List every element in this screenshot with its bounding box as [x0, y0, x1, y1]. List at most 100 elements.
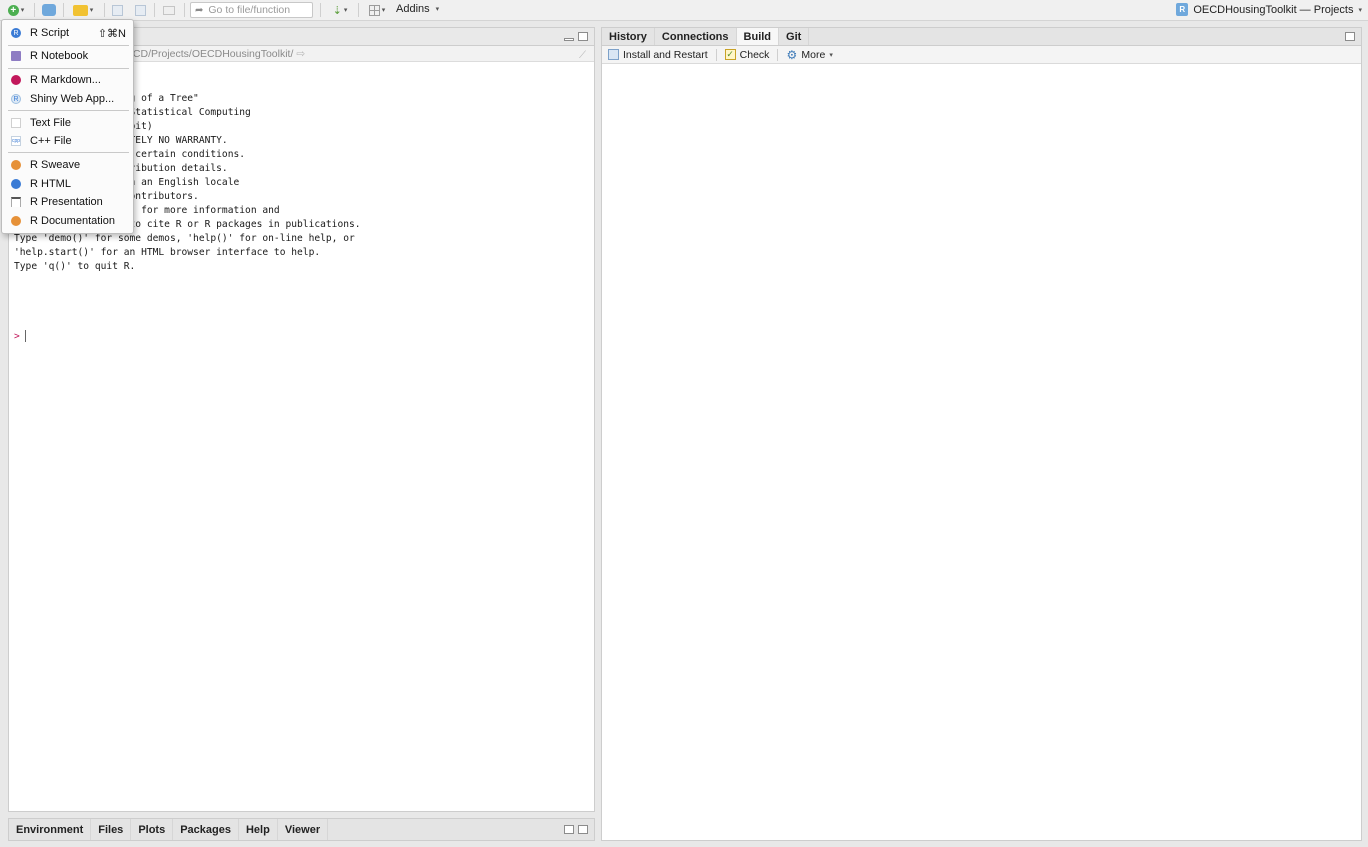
menu-item-r-presentation[interactable]: R Presentation [2, 193, 133, 211]
check-label: Check [739, 48, 770, 61]
chevron-down-icon: ▾ [435, 6, 440, 13]
minimize-icon[interactable] [564, 38, 574, 41]
new-project-button[interactable] [40, 2, 58, 18]
arrow-right-icon: ➦ [195, 4, 204, 16]
addins-menu[interactable]: Addins ▾ [396, 3, 439, 15]
menu-item-cpp-file[interactable]: cpp C++ File [2, 132, 133, 150]
tab-git[interactable]: Git [779, 28, 810, 45]
toolbar-divider [715, 48, 717, 61]
restore-icon[interactable] [1345, 32, 1355, 41]
workspace-panes-button[interactable]: ▾ [363, 2, 391, 18]
environment-window-controls [564, 825, 588, 834]
build-toolbar: Install and Restart ✓ Check ⚙ More ▾ [602, 46, 1361, 64]
tab-history[interactable]: History [602, 28, 655, 45]
r-markdown-icon [11, 75, 21, 85]
menu-item-r-script[interactable]: R R Script ⇧⌘N [2, 24, 133, 42]
build-pane: History Connections Build Git Install an… [601, 27, 1362, 841]
menu-item-shiny-web-app[interactable]: R Shiny Web App... [2, 90, 133, 108]
menu-item-r-html[interactable]: R HTML [2, 175, 133, 193]
toolbar-divider [104, 3, 105, 17]
more-menu-button[interactable]: ⚙ More ▾ [786, 47, 833, 62]
console-input[interactable]: > [14, 330, 26, 342]
menu-item-label: R Sweave [30, 159, 81, 171]
maximize-icon[interactable] [578, 32, 588, 41]
checklist-icon: ✓ [724, 49, 736, 60]
chevron-down-icon: ▾ [343, 7, 348, 14]
chevron-down-icon: ▾ [829, 51, 833, 59]
tab-packages[interactable]: Packages [173, 819, 239, 840]
go-to-file-input[interactable]: ➦ Go to file/function [190, 2, 313, 18]
environment-pane: Environment Files Plots Packages Help Vi… [8, 818, 595, 841]
project-icon [42, 4, 56, 16]
console-line: Type 'demo()' for some demos, 'help()' f… [14, 233, 355, 244]
menu-item-r-notebook[interactable]: R Notebook [2, 47, 133, 65]
menu-item-r-markdown[interactable]: R Markdown... [2, 71, 133, 89]
chevron-down-icon: ▾ [381, 7, 386, 14]
plus-circle-icon: + [7, 4, 19, 16]
main-toolbar: + ▾ ▾ ➦ Go to file/function ⇣ ▾ ▾ Addins… [0, 0, 1368, 21]
r-script-icon: R [11, 28, 21, 38]
menu-item-label: Text File [30, 117, 71, 129]
shiny-icon: R [11, 94, 21, 104]
install-restart-button[interactable]: Install and Restart [608, 49, 708, 61]
build-window-controls [1345, 32, 1355, 41]
go-to-directory-icon[interactable]: ⇨ [296, 48, 305, 60]
text-file-icon [11, 118, 21, 128]
menu-divider [8, 110, 129, 111]
check-button[interactable]: ✓ Check [724, 48, 770, 61]
chevron-down-icon: ▾ [89, 7, 94, 14]
presentation-icon [11, 197, 21, 207]
console-window-controls [564, 32, 588, 41]
console-line: 'help.start()' for an HTML browser inter… [14, 247, 321, 258]
open-file-button[interactable]: ▾ [69, 2, 97, 18]
r-html-icon [11, 179, 21, 189]
menu-item-label: R Presentation [30, 196, 103, 208]
save-all-button[interactable] [133, 2, 147, 18]
tab-build[interactable]: Build [736, 28, 780, 45]
tab-plots[interactable]: Plots [131, 819, 174, 840]
menu-divider [8, 152, 129, 153]
clear-console-icon[interactable]: ⟋ [579, 48, 586, 64]
tab-files[interactable]: Files [91, 819, 132, 840]
text-cursor [24, 330, 26, 342]
tab-help[interactable]: Help [239, 819, 278, 840]
grid-icon [368, 4, 380, 16]
menu-divider [8, 68, 129, 69]
tab-connections[interactable]: Connections [655, 28, 737, 45]
project-menu[interactable]: R OECDHousingToolkit — Projects ▾ [1176, 3, 1362, 16]
print-button[interactable] [161, 2, 177, 18]
restore-icon[interactable] [564, 825, 574, 834]
addins-label: Addins [396, 3, 430, 15]
r-notebook-icon [11, 51, 21, 61]
new-file-button[interactable]: + ▾ [4, 2, 28, 18]
menu-divider [8, 45, 129, 46]
r-sweave-icon [11, 160, 21, 170]
project-icon: R [1176, 3, 1189, 16]
save-all-icon [134, 4, 146, 16]
install-restart-label: Install and Restart [623, 48, 708, 61]
go-to-file-placeholder: Go to file/function [208, 4, 291, 16]
tab-viewer[interactable]: Viewer [278, 819, 329, 840]
menu-item-shortcut: ⇧⌘N [97, 27, 126, 40]
vcs-button[interactable]: ⇣ ▾ [327, 2, 353, 18]
git-icon: ⇣ [332, 4, 342, 17]
console-prompt: > [14, 331, 20, 342]
menu-item-r-sweave[interactable]: R Sweave [2, 156, 133, 174]
tab-environment[interactable]: Environment [9, 819, 92, 840]
r-documentation-icon [11, 216, 21, 226]
save-button[interactable] [110, 2, 124, 18]
menu-item-text-file[interactable]: Text File [2, 114, 133, 132]
environment-pane-tabs: Environment Files Plots Packages Help Vi… [9, 819, 594, 840]
chevron-down-icon: ▾ [1358, 6, 1362, 14]
toolbar-divider [63, 3, 64, 17]
gear-icon: ⚙ [786, 47, 798, 62]
menu-item-r-documentation[interactable]: R Documentation [2, 212, 133, 230]
console-line: Type 'q()' to quit R. [14, 261, 136, 272]
toolbar-divider [320, 3, 321, 17]
maximize-icon[interactable] [578, 825, 588, 834]
toolbar-divider [154, 3, 155, 17]
build-hammer-icon [608, 49, 619, 60]
build-pane-tabs: History Connections Build Git [602, 28, 1361, 46]
folder-open-icon [72, 4, 88, 16]
menu-item-label: R Script [30, 27, 70, 39]
